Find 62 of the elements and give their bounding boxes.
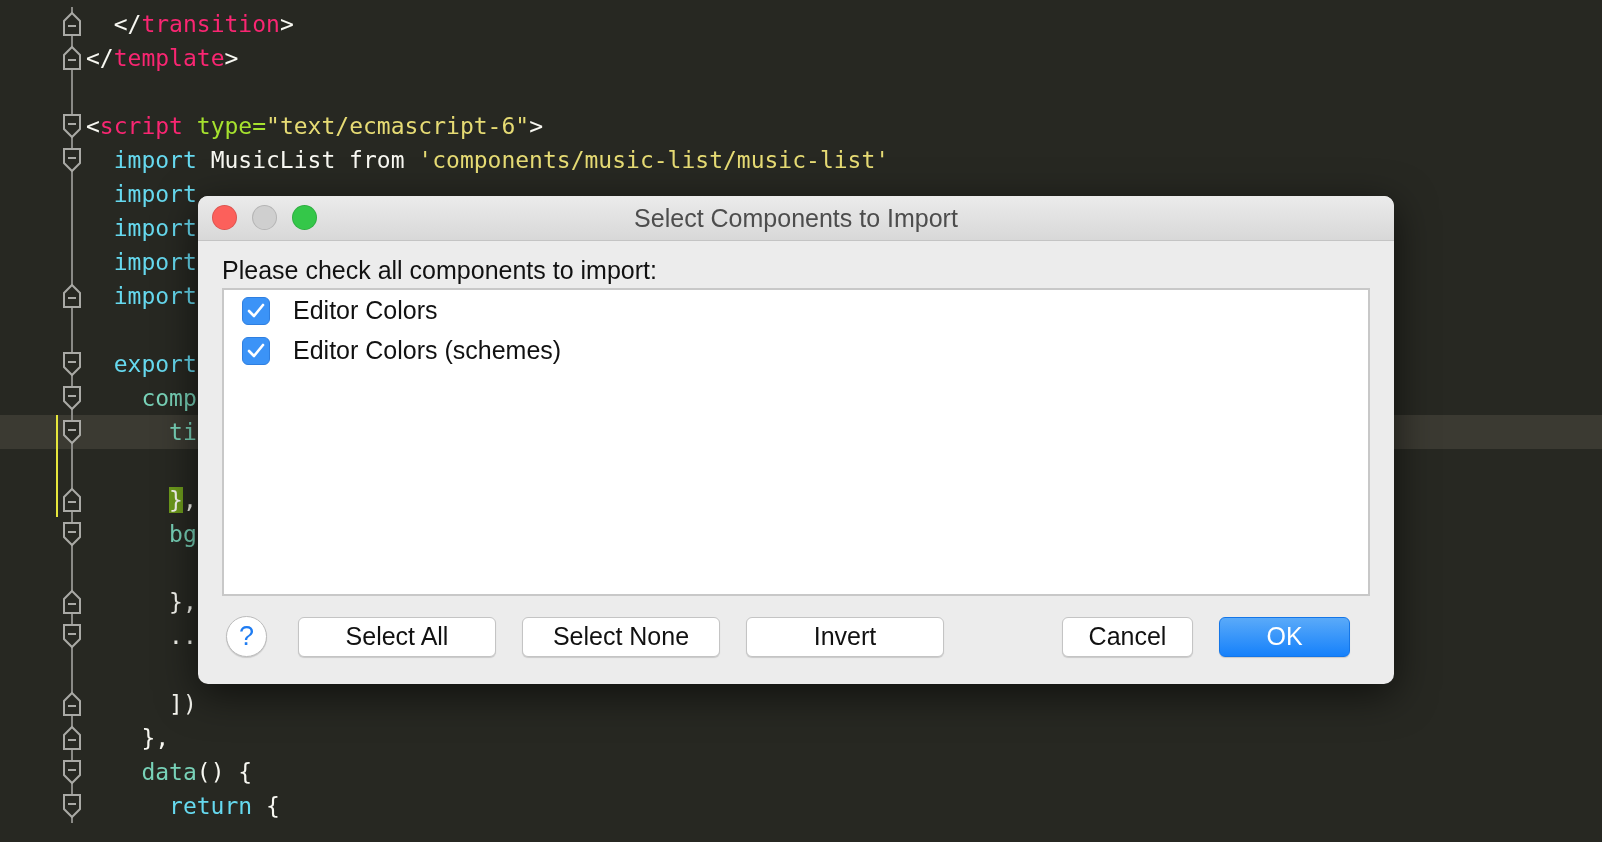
code-token: script — [99, 113, 183, 139]
code-token: import — [112, 215, 197, 241]
code-token: > — [224, 45, 239, 71]
fold-icon[interactable] — [62, 113, 82, 139]
code-token: .. — [168, 623, 197, 649]
code-token: "text/ecmascript-6" — [266, 113, 530, 139]
code-token: export — [112, 351, 197, 377]
code-token: import — [112, 249, 197, 275]
fold-icon[interactable] — [62, 45, 82, 71]
code-token: 'components/music-list/music-list' — [418, 147, 890, 173]
matched-brace: } — [169, 487, 183, 513]
dialog-button[interactable]: Invert — [746, 616, 944, 657]
fold-icon[interactable] — [62, 759, 82, 785]
fold-icon[interactable] — [62, 589, 82, 615]
checkbox[interactable] — [242, 296, 270, 325]
fold-icon[interactable] — [62, 385, 82, 411]
code-token: template — [113, 45, 225, 71]
dialog-button[interactable]: Select None — [522, 616, 720, 657]
checkbox[interactable] — [242, 336, 270, 365]
code-token: comp — [140, 385, 197, 411]
help-button[interactable]: ? — [226, 616, 267, 657]
fold-icon[interactable] — [62, 691, 82, 717]
code-token: import — [112, 181, 197, 207]
fold-icon[interactable] — [62, 487, 82, 513]
code-token: > — [529, 113, 543, 139]
component-label: Editor Colors — [293, 296, 438, 325]
code-token: </ — [86, 45, 114, 71]
fold-icon[interactable] — [62, 283, 82, 309]
code-token: transition — [141, 11, 280, 37]
check-icon — [247, 302, 265, 319]
code-token: MusicList from — [209, 147, 406, 173]
code-token: return — [168, 793, 253, 819]
code-token: < — [86, 113, 100, 139]
fold-icon[interactable] — [62, 351, 82, 377]
code-token: ]) — [168, 691, 197, 717]
prompt-text: Please check all components to import: — [222, 255, 658, 285]
code-token: { — [265, 793, 280, 819]
code-token: bg — [168, 521, 197, 547]
code-token: data — [140, 759, 197, 785]
fold-icon[interactable] — [62, 147, 82, 173]
code-token: }, — [168, 589, 197, 615]
code-token: ti — [168, 419, 197, 445]
fold-icon[interactable] — [62, 623, 82, 649]
component-label: Editor Colors (schemes) — [293, 336, 562, 365]
code-token: , — [182, 487, 197, 513]
code-token: type= — [195, 113, 267, 139]
fold-icon[interactable] — [62, 11, 82, 37]
fold-icon[interactable] — [62, 521, 82, 547]
code-token: import — [112, 147, 197, 173]
fold-icon[interactable] — [62, 419, 82, 445]
code-token: () { — [196, 759, 253, 785]
fold-icon[interactable] — [62, 725, 82, 751]
dialog-button[interactable]: Select All — [298, 616, 496, 657]
code-token: import — [112, 283, 197, 309]
dialog-title: Select Components to Import — [634, 203, 958, 233]
code-token: }, — [140, 725, 170, 751]
code-token: </ — [112, 11, 142, 37]
fold-icon[interactable] — [62, 793, 82, 819]
dialog-button[interactable]: Cancel — [1062, 616, 1193, 657]
check-icon — [247, 342, 265, 359]
code-token: > — [279, 11, 294, 37]
window-control[interactable] — [212, 205, 237, 230]
